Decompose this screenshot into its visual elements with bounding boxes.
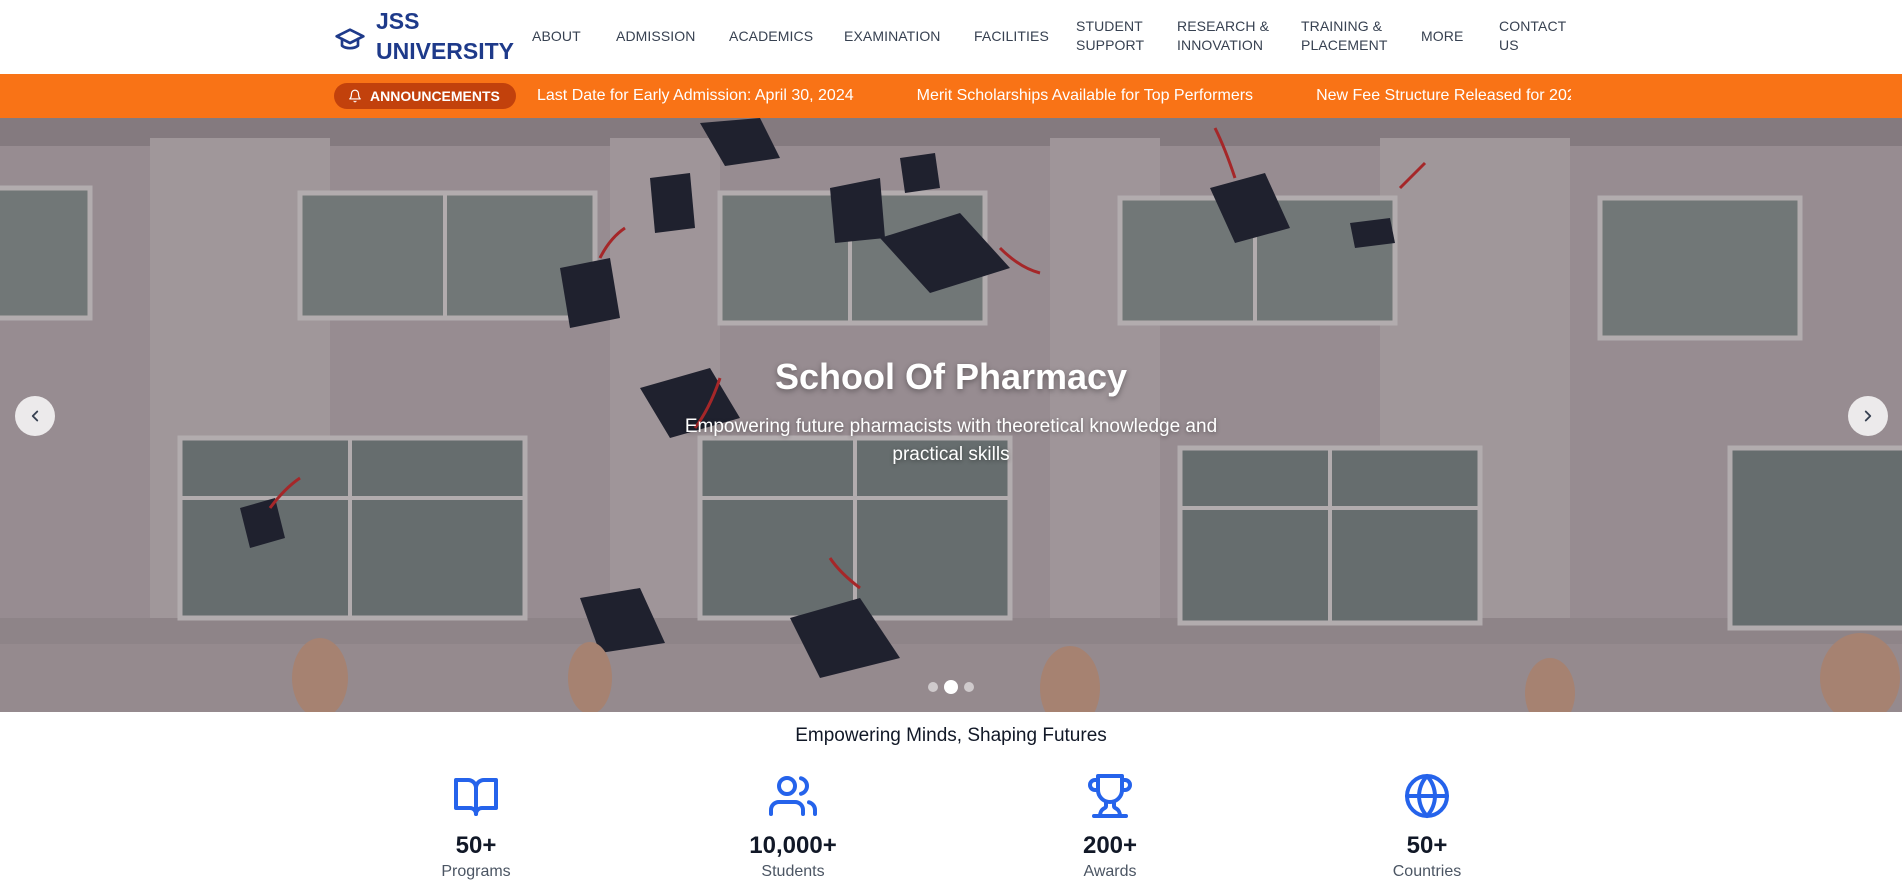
announcement-item[interactable]: New Fee Structure Released for 2024-25: [1316, 87, 1571, 105]
hero-subtitle: Empowering future pharmacists with theor…: [684, 416, 1218, 465]
stat-value: 50+: [455, 832, 497, 859]
stat-countries: 50+ Countries: [1327, 772, 1527, 881]
nav-more[interactable]: MORE: [1421, 27, 1499, 46]
trophy-icon: [1088, 774, 1132, 818]
stat-label: Awards: [1083, 863, 1137, 880]
stat-label: Countries: [1392, 863, 1462, 880]
globe-icon: [1405, 774, 1449, 818]
nav-training-placement[interactable]: TRAINING & PLACEMENT: [1301, 17, 1421, 55]
nav-facilities[interactable]: FACILITIES: [974, 27, 1076, 46]
bell-icon: [349, 89, 361, 103]
nav-student-support[interactable]: STUDENT SUPPORT: [1076, 17, 1177, 55]
announcements-badge-label: ANNOUNCEMENTS: [370, 88, 500, 104]
main-nav: ABOUT ADMISSION ACADEMICS EXAMINATION FA…: [532, 14, 1569, 58]
stat-value: 10,000+: [749, 832, 837, 859]
stats-tagline: Empowering Minds, Shaping Futures: [795, 725, 1107, 746]
nav-about[interactable]: ABOUT: [532, 27, 616, 46]
hero-title: School Of Pharmacy: [774, 356, 1128, 397]
stat-awards: 200+ Awards: [1010, 772, 1210, 881]
stat-label: Students: [761, 863, 825, 880]
chevron-left-icon: [31, 410, 39, 422]
nav-contact-us[interactable]: CONTACT US: [1499, 17, 1569, 55]
hero-carousel: School Of Pharmacy Empowering future pha…: [0, 118, 1902, 712]
nav-academics[interactable]: ACADEMICS: [729, 27, 844, 46]
book-open-icon: [454, 778, 498, 816]
announcements-badge: ANNOUNCEMENTS: [334, 83, 516, 109]
announcement-bar: ANNOUNCEMENTS Last Date for Early Admiss…: [0, 74, 1902, 118]
nav-admission[interactable]: ADMISSION: [616, 27, 729, 46]
logo-text: JSS UNIVERSITY: [376, 8, 515, 64]
carousel-indicators: [0, 680, 1902, 694]
site-header: JSS UNIVERSITY ABOUT ADMISSION ACADEMICS…: [0, 0, 1902, 74]
stat-value: 50+: [1406, 832, 1448, 859]
stat-label: Programs: [441, 863, 511, 880]
stat-students: 10,000+ Students: [693, 772, 893, 881]
announcement-ticker: Last Date for Early Admission: April 30,…: [537, 74, 1571, 118]
site-logo[interactable]: JSS UNIVERSITY: [334, 6, 536, 66]
announcement-item[interactable]: Last Date for Early Admission: April 30,…: [537, 87, 854, 105]
carousel-prev-button[interactable]: [15, 396, 55, 436]
carousel-next-button[interactable]: [1848, 396, 1888, 436]
graduation-cap-icon: [335, 28, 365, 50]
stat-value: 200+: [1082, 832, 1138, 859]
carousel-dot-1[interactable]: [928, 682, 938, 692]
nav-research-innovation[interactable]: RESEARCH & INNOVATION: [1177, 17, 1301, 55]
carousel-dot-2[interactable]: [944, 680, 958, 694]
carousel-dot-3[interactable]: [964, 682, 974, 692]
nav-examination[interactable]: EXAMINATION: [844, 27, 974, 46]
announcement-item[interactable]: Merit Scholarships Available for Top Per…: [917, 87, 1253, 105]
chevron-right-icon: [1864, 410, 1872, 422]
stat-programs: 50+ Programs: [376, 772, 576, 881]
users-icon: [769, 776, 817, 816]
